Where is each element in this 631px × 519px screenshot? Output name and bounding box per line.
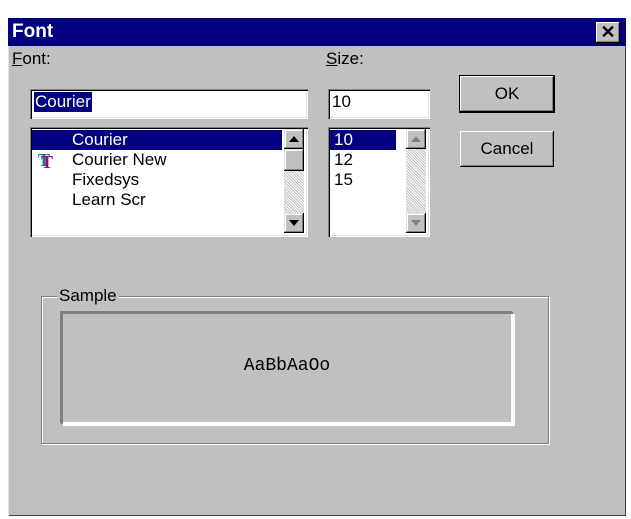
close-button[interactable]: ✕ [596,22,620,43]
scroll-thumb[interactable] [284,149,304,171]
arrow-down-icon [411,220,421,226]
list-item[interactable]: Fixedsys [32,170,282,190]
font-name-input[interactable]: Courier [30,89,308,119]
scroll-down-button[interactable] [284,213,304,233]
scroll-up-button[interactable] [284,129,304,149]
font-name-value: Courier [34,92,92,112]
list-item[interactable]: 10 [330,130,396,150]
font-label: Font: [12,49,51,68]
scroll-up-button[interactable] [406,129,426,149]
arrow-up-icon [289,136,299,142]
size-scrollbar[interactable] [406,129,426,233]
sample-text: AaBbAaOo [243,356,331,376]
font-listbox[interactable]: Courier TT Courier New Fixedsys Learn Sc… [30,127,308,237]
list-item[interactable]: Courier [32,130,282,150]
list-item[interactable]: 12 [330,150,396,170]
title-bar[interactable]: Font ✕ [8,18,626,46]
window-title: Font [12,21,54,42]
size-value: 10 [332,92,351,111]
size-listbox[interactable]: 10 12 15 [328,127,430,237]
close-icon: ✕ [600,22,616,42]
size-label: Size: [326,49,364,68]
arrow-up-icon [411,136,421,142]
list-item[interactable]: TT Courier New [32,150,282,172]
ok-button[interactable]: OK [460,76,554,112]
font-scrollbar[interactable] [284,129,304,233]
truetype-icon: TT [38,150,54,172]
arrow-down-icon [289,220,299,226]
cancel-button[interactable]: Cancel [460,131,554,167]
font-dialog: Font ✕ Font: Courier Courier TT Courier … [8,18,626,516]
size-input[interactable]: 10 [328,89,430,119]
list-item[interactable]: Learn Scr [32,190,282,210]
scroll-down-button[interactable] [406,213,426,233]
list-item[interactable]: 15 [330,170,396,190]
sample-label: Sample [57,286,119,306]
sample-preview: AaBbAaOo [61,312,513,424]
